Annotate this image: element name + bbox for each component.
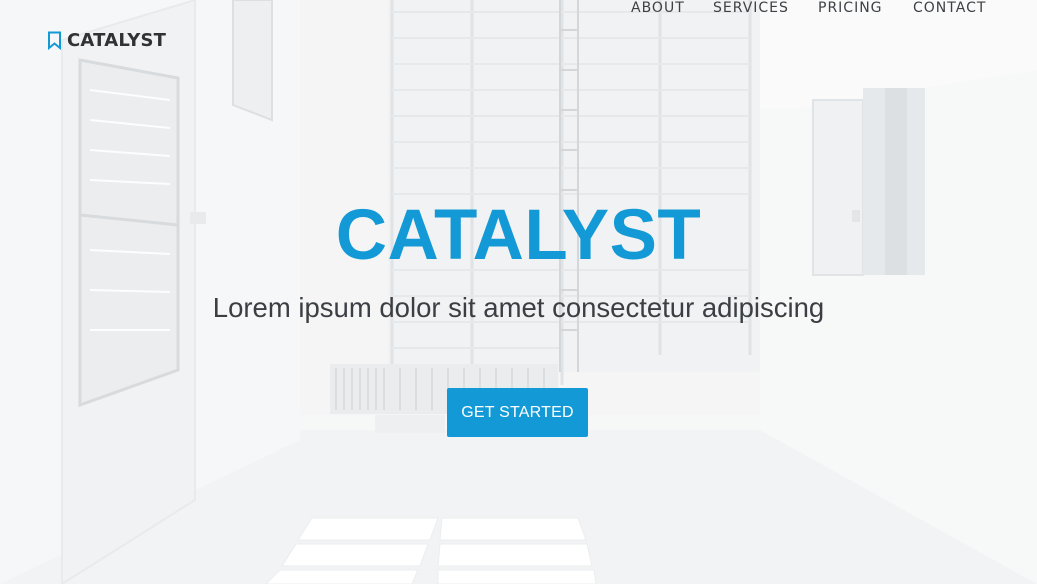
nav-link-about[interactable]: ABOUT xyxy=(631,0,685,16)
nav-link-pricing[interactable]: PRICING xyxy=(818,0,883,16)
get-started-button[interactable]: GET STARTED xyxy=(447,388,588,437)
hero-title: CATALYST xyxy=(335,196,702,275)
nav-link-services[interactable]: SERVICES xyxy=(713,0,789,16)
nav-link-contact[interactable]: CONTACT xyxy=(913,0,986,16)
bookmark-icon xyxy=(47,31,62,50)
brand-logo-link[interactable]: CATALYST xyxy=(47,30,166,51)
brand-name: CATALYST xyxy=(67,30,167,51)
main-nav: ABOUT SERVICES PRICING CONTACT xyxy=(617,0,1037,51)
navbar: CATALYST ABOUT SERVICES PRICING CONTACT xyxy=(0,0,1037,80)
hero-section: CATALYST ABOUT SERVICES PRICING CONTACT … xyxy=(0,0,1037,584)
hero-subtitle: Lorem ipsum dolor sit amet consectetur a… xyxy=(212,292,825,323)
